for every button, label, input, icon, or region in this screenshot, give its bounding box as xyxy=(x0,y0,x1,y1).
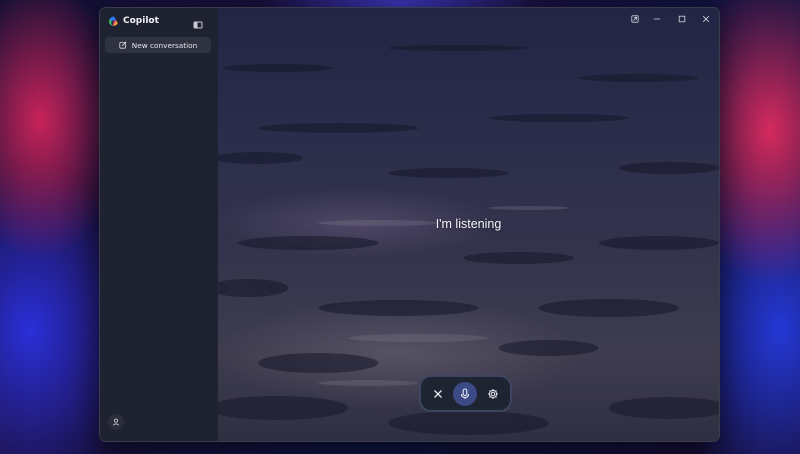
new-conversation-label: New conversation xyxy=(131,40,198,50)
listening-status: I'm listening xyxy=(435,217,502,231)
sidebar-toggle-button[interactable] xyxy=(193,15,203,29)
close-icon xyxy=(434,389,443,398)
voice-panel: I'm listening xyxy=(218,8,719,441)
pop-out-icon xyxy=(631,15,639,23)
app-title: Copilot xyxy=(123,16,159,26)
microphone-icon xyxy=(461,387,470,399)
maximize-button[interactable] xyxy=(675,12,689,26)
end-voice-button[interactable] xyxy=(427,383,449,405)
close-icon xyxy=(702,15,710,23)
minimize-icon xyxy=(653,18,661,20)
copilot-logo-icon xyxy=(108,16,118,26)
voice-controls xyxy=(419,375,512,412)
compose-icon xyxy=(119,41,127,49)
new-conversation-button[interactable]: New conversation xyxy=(105,37,211,53)
microphone-button[interactable] xyxy=(453,381,478,406)
copilot-window: Copilot New conversation I'm listening xyxy=(99,7,720,442)
sidebar: Copilot New conversation xyxy=(100,8,218,441)
person-icon xyxy=(112,418,120,426)
close-window-button[interactable] xyxy=(699,12,713,26)
gear-icon xyxy=(487,388,498,399)
voice-settings-button[interactable] xyxy=(482,383,504,405)
maximize-icon xyxy=(678,15,686,23)
app-brand: Copilot xyxy=(108,14,159,28)
minimize-button[interactable] xyxy=(650,12,664,26)
pop-out-button[interactable] xyxy=(628,12,642,26)
sidebar-toggle-icon xyxy=(193,21,203,29)
account-button[interactable] xyxy=(108,414,124,430)
